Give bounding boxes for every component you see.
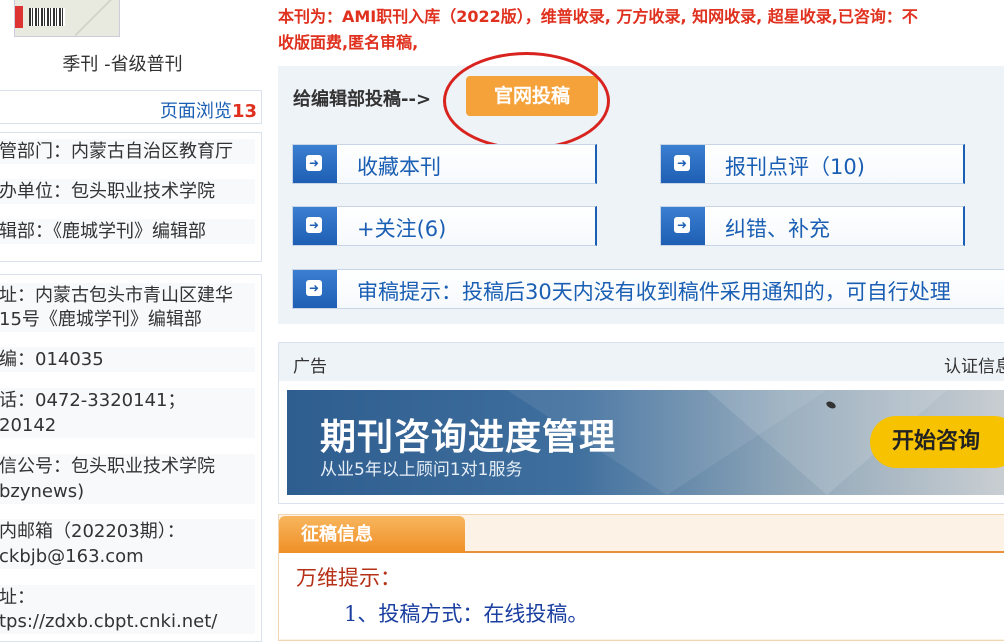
tab-call-for-papers[interactable]: 征稿信息 bbox=[279, 516, 465, 553]
info-email-line2: ckbjb@163.com bbox=[0, 544, 255, 569]
arrow-right-icon: ➜ bbox=[674, 155, 690, 171]
banner-title: 期刊咨询进度管理 bbox=[320, 417, 617, 458]
call-item-1: 1、投稿方式：在线投稿。 bbox=[344, 602, 589, 626]
info-postcode: 编：014035 bbox=[0, 347, 255, 372]
start-consult-button[interactable]: 开始咨询 bbox=[870, 416, 1004, 468]
info-wechat-line2: bzynews) bbox=[0, 479, 255, 504]
barcode-icon bbox=[29, 8, 65, 26]
info-phone-line2: 20142 bbox=[0, 413, 255, 438]
arrow-right-icon: ➜ bbox=[674, 217, 690, 233]
info-address-line2: 15号《鹿城学刊》编辑部 bbox=[0, 307, 255, 332]
journal-frequency: 季刊 -省级普刊 bbox=[62, 54, 183, 75]
info-sponsor: 办单位：包头职业技术学院 bbox=[0, 179, 255, 204]
info-website-line1: 址： bbox=[0, 585, 255, 610]
info-phone-line1: 话：0472-3320141； bbox=[0, 388, 255, 413]
collect-label: 收藏本刊 bbox=[357, 155, 441, 179]
page-views: 页面浏览13 bbox=[160, 97, 257, 123]
review-tip-bar[interactable]: ➜ 审稿提示：投稿后30天内没有收到稿件采用通知的，可自行处理 bbox=[292, 269, 1004, 309]
ad-header bbox=[279, 343, 1004, 381]
highlight-circle bbox=[443, 52, 610, 150]
follow-label: +关注(6) bbox=[357, 217, 447, 241]
journal-notice: 本刊为：AMI职刊入库（2022版），维普收录, 万方收录, 知网收录, 超星收… bbox=[278, 4, 1004, 56]
arrow-right-icon: ➜ bbox=[306, 217, 322, 233]
call-tip-title: 万维提示： bbox=[296, 566, 401, 590]
review-label: 报刊点评（10) bbox=[725, 155, 865, 179]
follow-button[interactable]: ➜ +关注(6) bbox=[292, 206, 597, 246]
review-tip-label: 审稿提示：投稿后30天内没有收到稿件采用通知的，可自行处理 bbox=[357, 280, 951, 304]
submit-label: 给编辑部投稿--> bbox=[293, 89, 432, 110]
journal-info-box: 管部门：内蒙古自治区教育厅 办单位：包头职业技术学院 辑部：《鹿城学刊》编辑部 bbox=[0, 132, 262, 262]
correct-button[interactable]: ➜ 纠错、补充 bbox=[660, 206, 965, 246]
info-editorial: 辑部：《鹿城学刊》编辑部 bbox=[0, 219, 255, 244]
ad-label: 广告 bbox=[293, 357, 327, 377]
journal-cover-image[interactable] bbox=[14, 0, 120, 37]
info-supervisor: 管部门：内蒙古自治区教育厅 bbox=[0, 139, 255, 164]
journal-contact-box: 址：内蒙古包头市青山区建华 15号《鹿城学刊》编辑部 编：014035 话：04… bbox=[0, 274, 262, 642]
info-website-link[interactable]: tps://zdxb.cbpt.cnki.net/ bbox=[0, 609, 255, 634]
notice-line1: 本刊为：AMI职刊入库（2022版），维普收录, 万方收录, 知网收录, 超星收… bbox=[278, 7, 918, 26]
review-button[interactable]: ➜ 报刊点评（10) bbox=[660, 144, 965, 184]
notice-line2: 收版面费,匿名审稿, bbox=[278, 33, 419, 52]
arrow-right-icon: ➜ bbox=[306, 155, 322, 171]
info-wechat-line1: 信公号：包头职业技术学院 bbox=[0, 454, 255, 479]
info-address-line1: 址：内蒙古包头市青山区建华 bbox=[0, 283, 255, 308]
banner-subtitle: 从业5年以上顾问1对1服务 bbox=[320, 460, 523, 480]
page-views-label: 页面浏览 bbox=[159, 101, 232, 122]
info-email-line1: 内邮箱（202203期）： bbox=[0, 519, 255, 544]
collect-button[interactable]: ➜ 收藏本刊 bbox=[292, 144, 597, 184]
page-views-count: 13 bbox=[231, 101, 257, 122]
arrow-right-icon: ➜ bbox=[306, 280, 322, 296]
certification-label[interactable]: 认证信息 bbox=[944, 352, 1004, 377]
correct-label: 纠错、补充 bbox=[725, 217, 830, 241]
page-views-box: 页面浏览13 bbox=[0, 90, 262, 124]
